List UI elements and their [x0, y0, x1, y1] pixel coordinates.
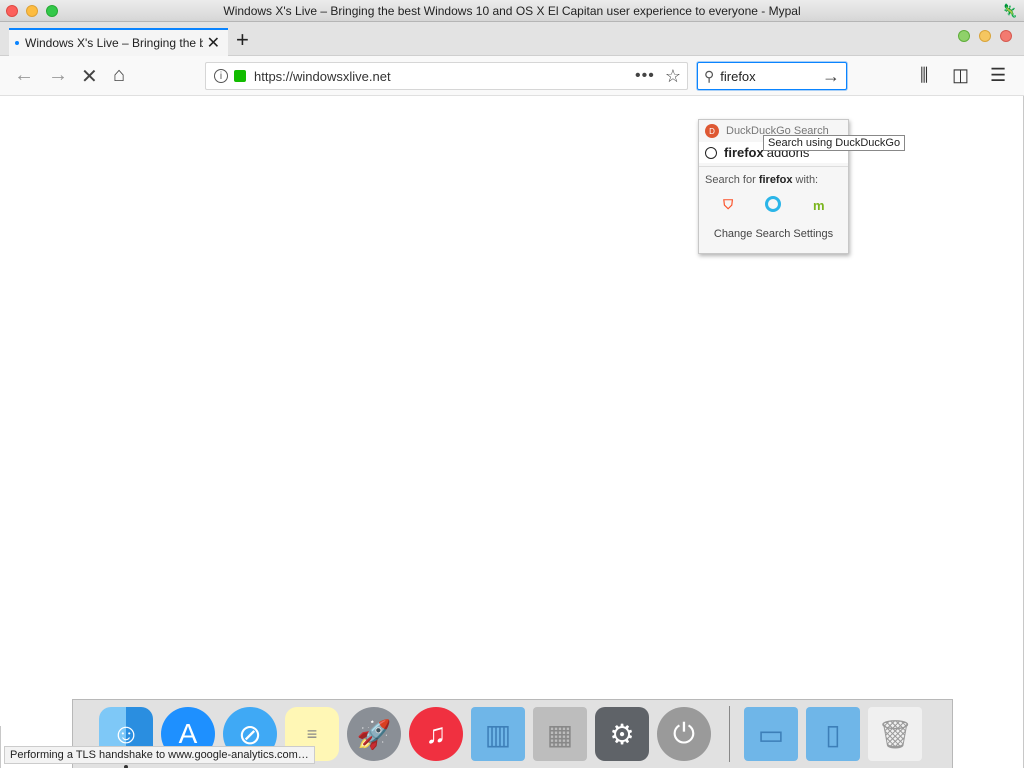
search-input[interactable]: firefox	[720, 69, 822, 84]
search-for-term: firefox	[758, 174, 793, 186]
window-titlebar: Windows X's Live – Bringing the best Win…	[0, 0, 1024, 22]
menu-icon[interactable]: ☰	[990, 65, 1006, 86]
window-controls	[6, 5, 58, 17]
change-search-settings-button[interactable]: Change Search Settings	[699, 224, 848, 240]
minimize-window-button[interactable]	[26, 5, 38, 17]
trash-icon[interactable]: 🗑	[868, 707, 922, 761]
url-text[interactable]: https://windowsxlive.net	[254, 69, 635, 84]
search-engine-list: ⛉ m	[699, 190, 848, 224]
close-window-button[interactable]	[6, 5, 18, 17]
minimize-icon[interactable]	[979, 30, 991, 42]
search-bar[interactable]: ⚲ firefox →	[697, 62, 847, 90]
url-bar[interactable]: i https://windowsxlive.net ••• ☆	[205, 62, 688, 90]
library-icon[interactable]: ⫼	[920, 65, 928, 86]
search-icon: ⚲	[704, 67, 715, 84]
status-bar: Performing a TLS handshake to www.google…	[4, 746, 315, 764]
bookmark-star-icon[interactable]: ☆	[665, 66, 681, 87]
history-clock-icon	[705, 146, 717, 159]
navigation-toolbar: ← → ✕ ⌂ i https://windowsxlive.net ••• ☆…	[0, 56, 1024, 96]
files-folder-icon[interactable]: ▯	[806, 707, 860, 761]
home-button[interactable]: ⌂	[113, 64, 125, 87]
stop-button[interactable]: ✕	[81, 64, 98, 89]
search-for-prefix: Search for	[705, 174, 756, 186]
suggestion-bold: firefox	[724, 145, 764, 160]
forward-button[interactable]: →	[48, 64, 68, 87]
folder-icon[interactable]: ▭	[744, 707, 798, 761]
close-icon[interactable]	[1000, 30, 1012, 42]
page-actions-icon[interactable]: •••	[635, 67, 655, 85]
search-for-suffix: with:	[795, 174, 819, 186]
duckduckgo-icon: D	[705, 124, 719, 138]
tab-active[interactable]: Windows X's Live – Bringing the best Win…	[9, 28, 228, 56]
divider	[699, 166, 848, 167]
itunes-icon[interactable]: ♫	[409, 707, 463, 761]
search-for-label: Search for firefox with:	[699, 170, 848, 190]
lock-icon	[234, 70, 246, 82]
launchpad-icon[interactable]: 🚀	[347, 707, 401, 761]
zoom-window-button[interactable]	[46, 5, 58, 17]
search-go-icon[interactable]: →	[822, 66, 840, 87]
new-tab-button[interactable]: +	[236, 27, 249, 53]
power-icon[interactable]: ⏻	[657, 707, 711, 761]
maximize-icon[interactable]	[958, 30, 970, 42]
mojeek-search-icon[interactable]: m	[810, 196, 828, 214]
mac-pro-icon[interactable]: ▦	[533, 707, 587, 761]
tab-strip: Windows X's Live – Bringing the best Win…	[0, 22, 1024, 56]
back-button[interactable]: ←	[14, 64, 34, 87]
browser-window-controls	[958, 30, 1012, 42]
qwant-search-icon[interactable]	[765, 196, 782, 212]
page-content	[0, 96, 1022, 726]
info-icon[interactable]: i	[214, 69, 228, 83]
tooltip: Search using DuckDuckGo	[763, 135, 906, 151]
window-title: Windows X's Live – Bringing the best Win…	[223, 3, 801, 18]
system-preferences-icon[interactable]: ⚙	[595, 707, 649, 761]
loading-indicator-icon	[15, 41, 19, 45]
brave-search-icon[interactable]: ⛉	[719, 196, 737, 214]
dock-separator	[729, 706, 730, 762]
documents-folder-icon[interactable]: ▥	[471, 707, 525, 761]
app-icon: 🦎	[1001, 3, 1018, 18]
tab-close-icon[interactable]: ✕	[207, 33, 220, 53]
sidebar-icon[interactable]: ◫	[952, 65, 969, 86]
tab-label: Windows X's Live – Bringing the best Win…	[25, 36, 203, 50]
